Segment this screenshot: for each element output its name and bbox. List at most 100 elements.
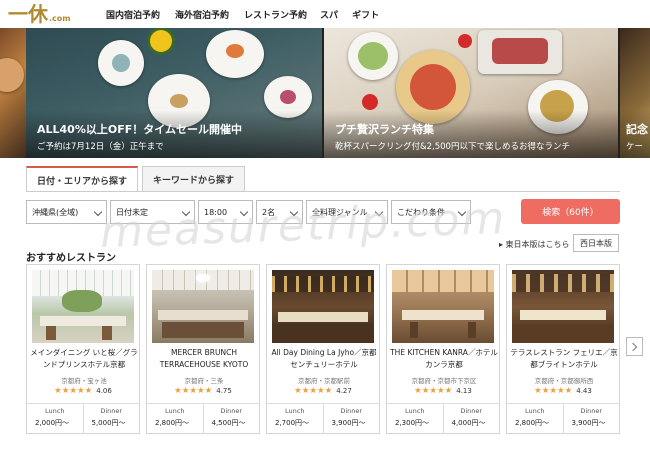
banner-subtitle: 乾杯スパークリング付&2,500円以下で楽しめるお得なランチ: [335, 142, 570, 152]
restaurant-location: 京都府・京都御所西: [534, 377, 594, 385]
search-tabs: 日付・エリアから探す キーワードから探す: [26, 166, 245, 192]
lunch-price: 2,700円〜: [275, 419, 310, 427]
restaurant-prices: Lunch 2,300円〜 Dinner 4,000円〜: [387, 403, 499, 434]
banner-lunch[interactable]: プチ贅沢ランチ特集 乾杯スパークリング付&2,500円以下で楽しめるお得なランチ: [324, 28, 618, 158]
chevron-down-icon: [457, 207, 467, 217]
restaurant-rating: ★★★★★ 4.75: [147, 386, 259, 396]
logo-suffix: .com: [49, 14, 71, 23]
people-select[interactable]: 2名: [256, 200, 303, 224]
restaurant-rating: ★★★★★ 4.27: [267, 386, 379, 396]
time-select-value: 18:00: [204, 207, 228, 217]
site-logo[interactable]: 一休 .com: [8, 3, 71, 25]
restaurant-name: All Day Dining La Jyho／京都センチュリーホテル: [271, 348, 377, 369]
chevron-down-icon: [289, 207, 299, 217]
tab-divider: [26, 191, 620, 192]
chevron-down-icon: [374, 207, 384, 217]
restaurant-photo: [152, 270, 254, 343]
dinner-label: Dinner: [460, 407, 483, 415]
chevron-down-icon: [181, 207, 191, 217]
logo-mark: 一休: [8, 2, 48, 26]
chevron-right-icon: [628, 342, 638, 351]
restaurant-card[interactable]: THE KITCHEN KANRA／ホテル カンラ京都 京都府・京都市下京区 ★…: [386, 264, 500, 434]
restaurant-photo: [512, 270, 614, 343]
restaurant-prices: Lunch 2,000円〜 Dinner 5,000円〜: [27, 403, 139, 434]
banner-peek-right[interactable]: 記念 ケー: [620, 28, 650, 158]
restaurant-name: テラスレストラン フェリエ／京都ブライトンホテル: [510, 348, 618, 369]
restaurant-location: 京都府・京都駅前: [298, 377, 350, 385]
dinner-label: Dinner: [220, 407, 243, 415]
restaurant-card[interactable]: All Day Dining La Jyho／京都センチュリーホテル 京都府・京…: [266, 264, 380, 434]
dinner-price: 4,500円〜: [211, 419, 246, 427]
search-button[interactable]: 検索（60件）: [521, 199, 620, 224]
dinner-label: Dinner: [340, 407, 363, 415]
conditions-select[interactable]: こだわり条件: [391, 200, 471, 224]
west-japan-button[interactable]: 西日本版: [573, 234, 619, 252]
nav-gift[interactable]: ギフト: [352, 8, 379, 21]
banner-timesale[interactable]: ALL40%以上OFF！タイムセール開催中 ご予約は7月12日（金）正午まで: [26, 28, 322, 158]
recommended-heading: おすすめレストラン: [26, 253, 116, 264]
nav-spa[interactable]: スパ: [320, 8, 338, 21]
lunch-label: Lunch: [165, 407, 185, 415]
lunch-price: 2,000円〜: [35, 419, 70, 427]
restaurant-rating: ★★★★★ 4.43: [507, 386, 619, 396]
genre-select-value: 全料理ジャンル: [312, 207, 368, 217]
chevron-down-icon: [239, 207, 249, 217]
genre-select[interactable]: 全料理ジャンル: [306, 200, 388, 224]
east-japan-link[interactable]: ▸ 東日本版はこちら: [499, 239, 570, 250]
restaurant-name: THE KITCHEN KANRA／ホテル カンラ京都: [390, 348, 498, 369]
restaurant-prices: Lunch 2,800円〜 Dinner 4,500円〜: [147, 403, 259, 434]
main-nav: 国内宿泊予約 海外宿泊予約 レストラン予約 スパ ギフト: [106, 8, 401, 21]
nav-restaurants[interactable]: レストラン予約: [244, 8, 307, 21]
banner-subtitle: ケー: [626, 142, 644, 152]
restaurant-photo: [392, 270, 494, 343]
rating-score: 4.06: [96, 387, 112, 395]
tab-date-area[interactable]: 日付・エリアから探す: [26, 166, 138, 192]
restaurant-location: 京都府・三条: [184, 377, 224, 385]
banner-subtitle: ご予約は7月12日（金）正午まで: [37, 142, 164, 152]
restaurant-photo: [32, 270, 134, 343]
search-form: 沖縄県(全域) 日付未定 18:00 2名 全料理ジャンル こだわり条件: [26, 200, 471, 224]
banner-title: プチ贅沢ランチ特集: [335, 123, 434, 136]
banner-peek-left[interactable]: [0, 28, 26, 158]
rating-score: 4.27: [336, 387, 352, 395]
time-select[interactable]: 18:00: [198, 200, 253, 224]
banner-title: 記念: [626, 123, 648, 136]
restaurant-photo: [272, 270, 374, 343]
nav-domestic-hotels[interactable]: 国内宿泊予約: [106, 8, 160, 21]
restaurant-name: MERCER BRUNCH TERRACEHOUSE KYOTO: [159, 348, 249, 369]
nav-overseas-hotels[interactable]: 海外宿泊予約: [175, 8, 229, 21]
dinner-price: 4,000円〜: [451, 419, 486, 427]
rating-score: 4.43: [576, 387, 592, 395]
dinner-label: Dinner: [580, 407, 603, 415]
restaurant-prices: Lunch 2,700円〜 Dinner 3,900円〜: [267, 403, 379, 434]
restaurant-card[interactable]: テラスレストラン フェリエ／京都ブライトンホテル 京都府・京都御所西 ★★★★★…: [506, 264, 620, 434]
rating-score: 4.13: [456, 387, 472, 395]
lunch-price: 2,300円〜: [395, 419, 430, 427]
area-select[interactable]: 沖縄県(全域): [26, 200, 107, 224]
star-icon: ★★★★★: [174, 386, 213, 396]
restaurant-card[interactable]: MERCER BRUNCH TERRACEHOUSE KYOTO 京都府・三条 …: [146, 264, 260, 434]
tab-keyword[interactable]: キーワードから探す: [142, 166, 245, 192]
date-select-value: 日付未定: [116, 207, 148, 217]
restaurant-card-list: メインダイニング いと桜／グランドプリンスホテル京都 京都府・宝ヶ池 ★★★★★…: [26, 264, 620, 434]
dinner-price: 5,000円〜: [91, 419, 126, 427]
people-select-value: 2名: [262, 207, 276, 217]
date-select[interactable]: 日付未定: [110, 200, 195, 224]
site-header: 一休 .com 国内宿泊予約 海外宿泊予約 レストラン予約 スパ ギフト: [0, 0, 650, 28]
lunch-price: 2,800円〜: [155, 419, 190, 427]
restaurant-location: 京都府・京都市下京区: [411, 377, 477, 385]
carousel-next-button[interactable]: [626, 337, 643, 356]
restaurant-location: 京都府・宝ヶ池: [61, 377, 107, 385]
dinner-price: 3,900円〜: [331, 419, 366, 427]
restaurant-name: メインダイニング いと桜／グランドプリンスホテル京都: [30, 348, 138, 369]
lunch-label: Lunch: [525, 407, 545, 415]
lunch-price: 2,800円〜: [515, 419, 550, 427]
banner-title: ALL40%以上OFF！タイムセール開催中: [37, 123, 243, 136]
restaurant-rating: ★★★★★ 4.13: [387, 386, 499, 396]
restaurant-card[interactable]: メインダイニング いと桜／グランドプリンスホテル京都 京都府・宝ヶ池 ★★★★★…: [26, 264, 140, 434]
star-icon: ★★★★★: [54, 386, 93, 396]
star-icon: ★★★★★: [414, 386, 453, 396]
lunch-label: Lunch: [285, 407, 305, 415]
dinner-label: Dinner: [100, 407, 123, 415]
dinner-price: 3,900円〜: [571, 419, 606, 427]
